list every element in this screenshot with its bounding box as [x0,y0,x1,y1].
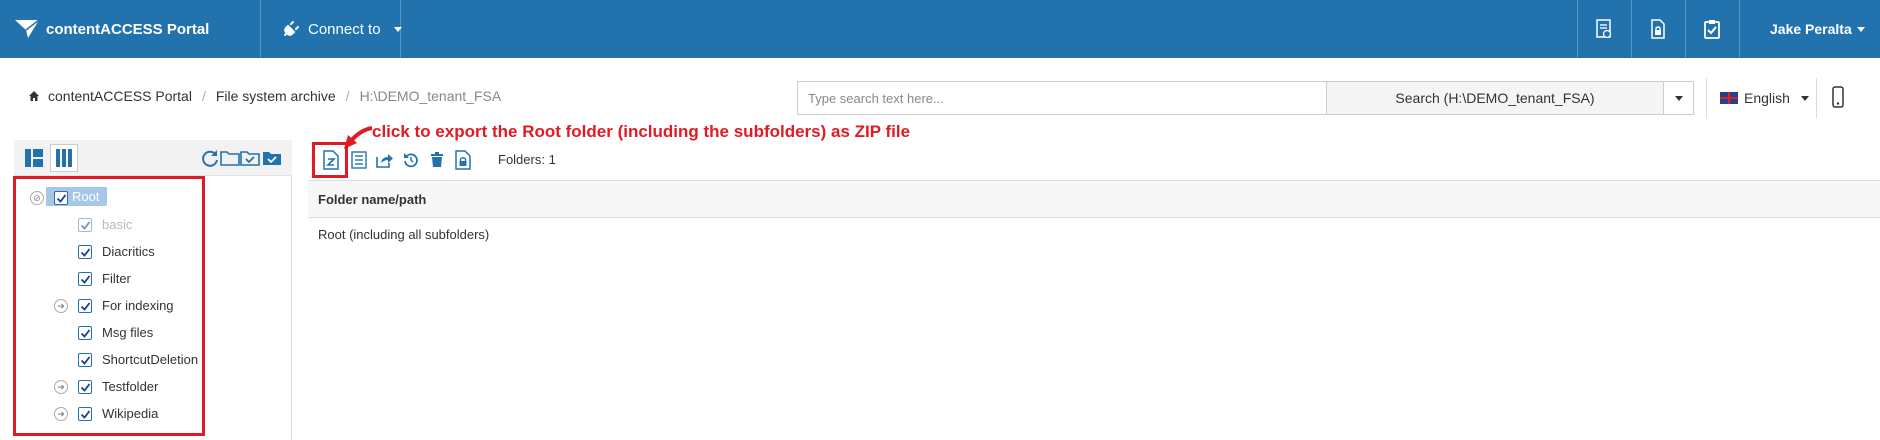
report-button[interactable] [1577,0,1631,58]
table-cell: Root (including all subfolders) [318,226,490,242]
column-header-folder-name[interactable]: Folder name/path [318,192,426,207]
breadcrumb-separator: / [345,88,350,104]
folder-checked-all-icon[interactable] [262,148,282,168]
folder-icon[interactable] [220,148,240,168]
top-navbar: contentACCESS Portal Connect to Jake Per… [0,0,1880,58]
delete-icon [431,152,443,167]
grid-header: Folder name/path [308,180,1880,218]
connect-to-label: Connect to [308,20,381,38]
caret-down-icon [1856,26,1865,32]
delete-button[interactable] [426,145,448,175]
breadcrumb-file-system-archive[interactable]: File system archive [216,88,336,104]
annotation-text: click to export the Root folder (includi… [372,122,911,141]
share-button[interactable] [374,145,396,175]
navbar-divider [1739,0,1740,58]
language-label: English [1744,90,1790,106]
tree-view-button[interactable] [20,144,48,172]
language-selector[interactable]: English [1720,81,1809,115]
clipboard-check-icon [1704,20,1720,39]
divider [1816,78,1817,118]
divider [1706,78,1707,118]
columns-view-icon [56,149,72,167]
list-icon [351,151,367,169]
search-options-dropdown[interactable] [1664,81,1694,115]
user-name: Jake Peralta [1770,21,1852,37]
breadcrumb-separator: / [201,88,206,104]
breadcrumb: contentACCESS Portal / File system archi… [28,88,501,104]
tree-panel-header [14,140,292,176]
breadcrumb-current: H:\DEMO_tenant_FSA [359,88,502,104]
lock-file-icon [455,150,471,170]
connect-to-dropdown[interactable]: Connect to [282,0,402,58]
refresh-icon[interactable] [200,148,220,168]
columns-view-button[interactable] [50,144,78,172]
mobile-view-icon[interactable] [1832,86,1844,108]
uk-flag-icon [1720,92,1738,104]
restore-icon [404,153,418,168]
report-icon [1596,19,1612,39]
share-icon [376,154,393,168]
brand-name: contentACCESS Portal [46,20,210,38]
navbar-divider [260,0,261,58]
clipboard-check-button[interactable] [1685,0,1739,58]
contentaccess-logo-icon [15,19,40,38]
tree-view-icon [25,149,43,167]
caret-down-icon [1800,95,1809,101]
folder-check-icon[interactable] [240,148,260,168]
lock-file-button[interactable] [452,145,474,175]
user-menu[interactable]: Jake Peralta [1770,0,1865,58]
annotation-arrow-icon [344,126,373,149]
annotation-highlight-tree [13,176,205,436]
table-row[interactable]: Root (including all subfolders) [308,222,1880,246]
caret-down-icon [1674,95,1683,101]
folders-count: Folders: 1 [498,152,556,167]
lock-document-icon [1651,19,1665,39]
search-input[interactable] [797,81,1327,115]
restore-button[interactable] [400,145,422,175]
brand-logo[interactable]: contentACCESS Portal [14,0,209,58]
breadcrumb-portal[interactable]: contentACCESS Portal [48,88,192,104]
search-button[interactable]: Search (H:\DEMO_tenant_FSA) [1326,81,1664,115]
home-icon[interactable] [28,90,40,102]
plug-icon [284,21,299,36]
navbar-divider [400,0,401,58]
lock-document-button[interactable] [1631,0,1685,58]
